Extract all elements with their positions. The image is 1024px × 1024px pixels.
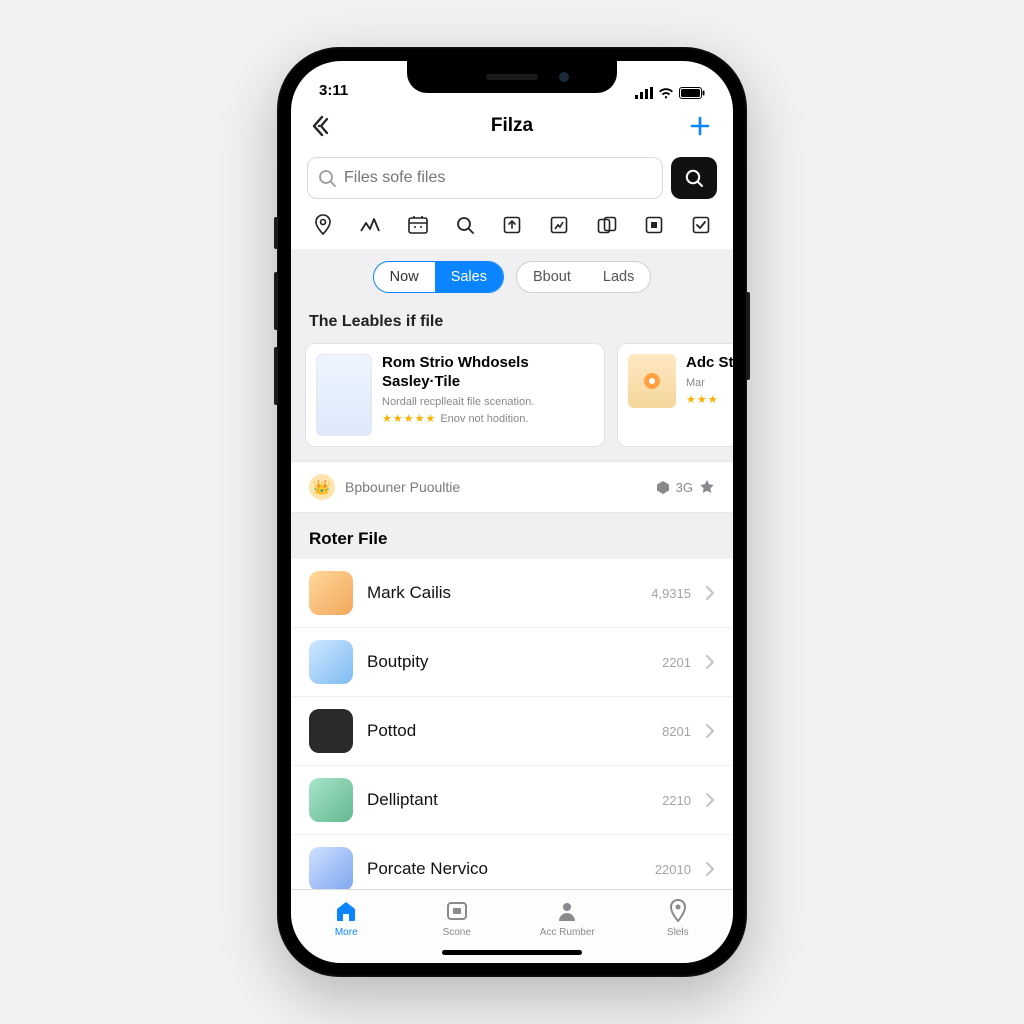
featured-card[interactable]: Adc Sty Mar ★★★ <box>617 343 733 447</box>
page-title: Filza <box>491 115 533 137</box>
banner-row[interactable]: 👑 Bpbouner Puoultie 3G <box>291 461 733 513</box>
card-thumbnail <box>316 354 372 436</box>
search-input[interactable] <box>344 169 652 187</box>
tab-home[interactable]: More <box>311 898 381 938</box>
list-item-meta: 2210 <box>662 793 691 808</box>
mute-switch <box>274 217 278 249</box>
tab-label: Scone <box>443 927 471 938</box>
tab-label: Acc Rumber <box>540 927 595 938</box>
list-item[interactable]: Delliptant 2210 <box>291 766 733 835</box>
chevron-right-icon <box>705 723 715 739</box>
chevron-right-icon <box>705 654 715 670</box>
list-item[interactable]: Mark Cailis 4,9315 <box>291 559 733 628</box>
card-rating: ★★★★★Enov not hodition. <box>382 412 594 425</box>
tool-calendar[interactable] <box>406 213 430 237</box>
tab-label: More <box>335 927 358 938</box>
person-icon <box>554 898 580 924</box>
volume-down <box>274 347 278 405</box>
featured-card[interactable]: Rom Strio Whdosels Sasley·Tile Nordall r… <box>305 343 605 447</box>
app-icon <box>309 778 353 822</box>
chevron-right-icon <box>705 861 715 877</box>
hexagon-icon <box>656 480 670 495</box>
chevron-right-icon <box>705 585 715 601</box>
content: Now Sales Bbout Lads The Leables if file… <box>291 249 733 889</box>
tool-activity[interactable] <box>358 213 382 237</box>
toolbar <box>291 209 733 249</box>
tool-search[interactable] <box>453 213 477 237</box>
list-item-label: Porcate Nervico <box>367 859 641 879</box>
tool-play[interactable] <box>642 213 666 237</box>
app-icon <box>309 640 353 684</box>
volume-up <box>274 272 278 330</box>
segment-bbout[interactable]: Bbout <box>517 262 587 292</box>
card-title: Adc Sty <box>686 354 733 373</box>
list-section: Roter File Mark Cailis 4,9315 Boutpity 2… <box>291 513 733 889</box>
battery-icon <box>679 87 705 99</box>
tool-pin[interactable] <box>311 213 335 237</box>
card-subtitle: Nordall recplleait file scenation. <box>382 395 594 409</box>
section-header: The Leables if file <box>291 307 733 343</box>
search-field[interactable] <box>307 157 663 199</box>
tool-copy[interactable] <box>595 213 619 237</box>
tool-export[interactable] <box>500 213 524 237</box>
file-list: Mark Cailis 4,9315 Boutpity 2201 Pottod … <box>291 559 733 889</box>
search-icon <box>318 169 336 187</box>
phone-frame: 3:11 Filza <box>277 47 747 977</box>
star-icon <box>699 479 715 495</box>
tool-image[interactable] <box>547 213 571 237</box>
front-camera <box>559 72 569 82</box>
home-indicator[interactable] <box>442 950 582 955</box>
tab-label: Slels <box>667 927 689 938</box>
pin-icon <box>665 898 691 924</box>
tab-slels[interactable]: Slels <box>643 898 713 938</box>
card-subtitle: Mar <box>686 376 733 390</box>
list-item-meta: 8201 <box>662 724 691 739</box>
speaker-grille <box>486 74 538 80</box>
list-item-meta: 4,9315 <box>651 586 691 601</box>
wifi-icon <box>658 87 674 99</box>
chevron-right-icon <box>705 792 715 808</box>
list-item-label: Boutpity <box>367 652 648 672</box>
power-button <box>746 292 750 380</box>
list-item[interactable]: Porcate Nervico 22010 <box>291 835 733 889</box>
app-icon <box>309 571 353 615</box>
screen: 3:11 Filza <box>291 61 733 963</box>
tool-check[interactable] <box>689 213 713 237</box>
card-rating: ★★★ <box>686 393 733 406</box>
notch <box>407 61 617 93</box>
search-icon <box>684 168 704 188</box>
banner-meta: 3G <box>656 479 715 495</box>
list-item[interactable]: Boutpity 2201 <box>291 628 733 697</box>
app-icon <box>309 847 353 889</box>
list-header: Roter File <box>291 529 733 559</box>
banner-text: Bpbouner Puoultie <box>345 479 646 495</box>
add-button[interactable] <box>685 111 715 141</box>
tab-account[interactable]: Acc Rumber <box>532 898 602 938</box>
app-icon <box>309 709 353 753</box>
home-icon <box>333 898 359 924</box>
list-item-meta: 22010 <box>655 862 691 877</box>
search-button[interactable] <box>671 157 717 199</box>
back-button[interactable] <box>309 111 339 141</box>
nav-bar: Filza <box>291 101 733 151</box>
list-item-meta: 2201 <box>662 655 691 670</box>
search-row <box>291 151 733 209</box>
card-thumbnail <box>628 354 676 408</box>
cellular-icon <box>635 87 653 99</box>
featured-cards: Rom Strio Whdosels Sasley·Tile Nordall r… <box>291 343 733 461</box>
list-item[interactable]: Pottod 8201 <box>291 697 733 766</box>
list-item-label: Mark Cailis <box>367 583 637 603</box>
segment-control: Now Sales Bbout Lads <box>291 249 733 307</box>
status-time: 3:11 <box>319 82 348 99</box>
segment-now[interactable]: Now <box>374 262 435 292</box>
list-item-label: Pottod <box>367 721 648 741</box>
tab-scone[interactable]: Scone <box>422 898 492 938</box>
banner-icon: 👑 <box>309 474 335 500</box>
segment-sales[interactable]: Sales <box>435 262 503 292</box>
card-icon <box>444 898 470 924</box>
segment-lads[interactable]: Lads <box>587 262 650 292</box>
list-item-label: Delliptant <box>367 790 648 810</box>
card-title: Rom Strio Whdosels Sasley·Tile <box>382 354 594 392</box>
